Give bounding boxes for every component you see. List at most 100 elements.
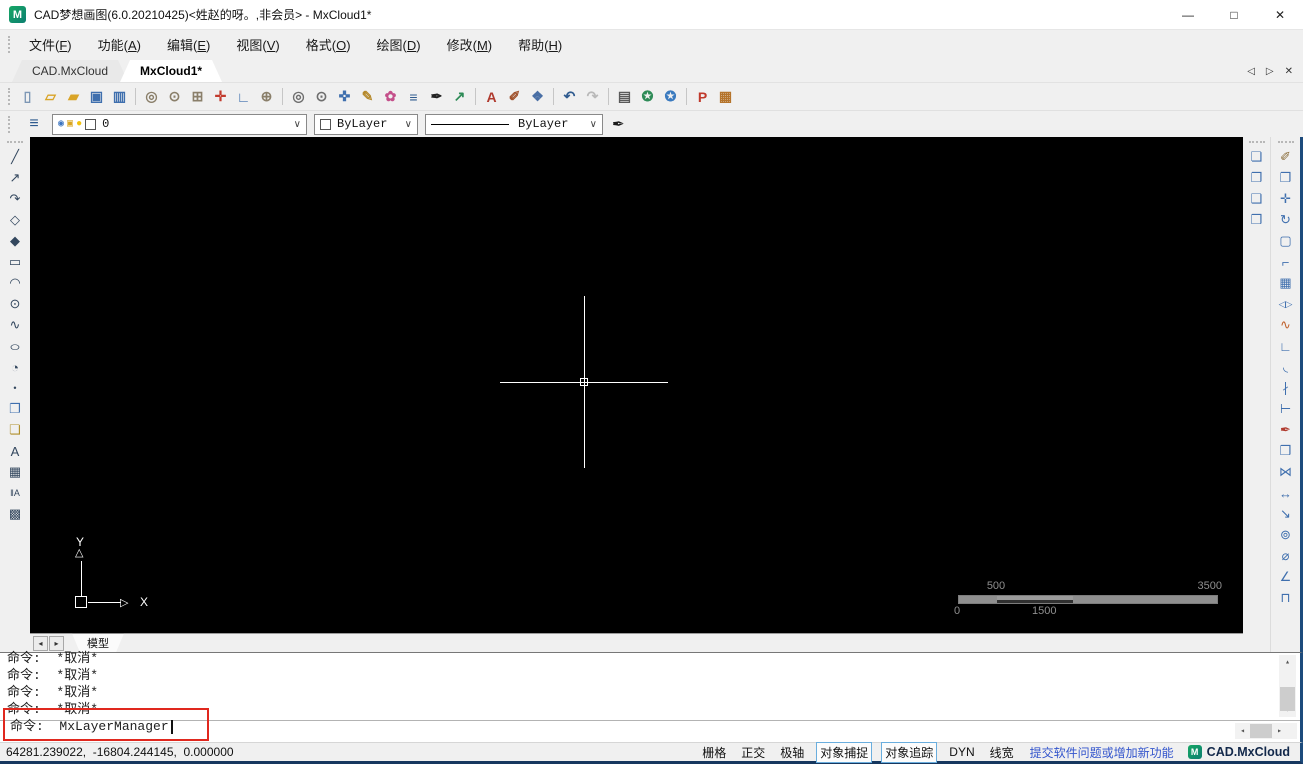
fillet-button[interactable]: ◟ bbox=[1275, 357, 1297, 377]
draworder-back-button[interactable]: ❐ bbox=[1246, 168, 1268, 188]
match-properties-button[interactable]: ✒ bbox=[1275, 420, 1297, 440]
redo-button[interactable]: ↷ bbox=[581, 86, 604, 108]
menu-format[interactable]: 格式(O) bbox=[293, 31, 364, 58]
tab-scroll-left-icon[interactable]: ◁ bbox=[1247, 66, 1255, 77]
draworder-below-button[interactable]: ❒ bbox=[1246, 210, 1268, 230]
layer-stack-button[interactable]: ≡ bbox=[402, 86, 425, 108]
draworder-above-button[interactable]: ❑ bbox=[1246, 189, 1268, 209]
layer-manager-icon[interactable]: ≡ bbox=[23, 115, 45, 133]
dim-angular-button[interactable]: ∠ bbox=[1275, 567, 1297, 587]
separator[interactable] bbox=[553, 88, 554, 105]
tab-cad-mxcloud[interactable]: CAD.MxCloud bbox=[12, 60, 128, 82]
scrollbar-thumb[interactable] bbox=[1250, 724, 1272, 738]
open-cloud-button[interactable]: ▰ bbox=[62, 86, 85, 108]
tab-scroll-right-icon[interactable]: ▷ bbox=[1266, 66, 1274, 77]
save-button[interactable]: ▣ bbox=[85, 86, 108, 108]
spline-edit-button[interactable]: ∿ bbox=[1275, 315, 1297, 335]
spline-tool[interactable]: ∿ bbox=[4, 315, 26, 335]
scale-button[interactable]: ▢ bbox=[1275, 231, 1297, 251]
scrollbar-thumb[interactable] bbox=[1280, 686, 1295, 711]
arc-tool[interactable]: ◠ bbox=[4, 273, 26, 293]
array-button[interactable]: ▦ bbox=[1275, 273, 1297, 293]
line-tool[interactable]: ╱ bbox=[4, 147, 26, 167]
polygon-filled-tool[interactable]: ◆ bbox=[4, 231, 26, 251]
save-as-button[interactable]: ▥ bbox=[108, 86, 131, 108]
sketch-button[interactable]: ✎ bbox=[356, 86, 379, 108]
toggle-grid[interactable]: 栅格 bbox=[699, 743, 729, 762]
dim-aligned-button[interactable]: ↘ bbox=[1275, 504, 1297, 524]
extend-button[interactable]: ⊢ bbox=[1275, 399, 1297, 419]
chamfer-button[interactable]: ∟ bbox=[1275, 336, 1297, 356]
scroll-right-icon[interactable]: ▸ bbox=[1272, 723, 1287, 739]
text-tool[interactable]: A bbox=[4, 441, 26, 461]
color-select[interactable]: ByLayer ∨ bbox=[314, 113, 418, 135]
vertical-text-tool[interactable]: ‖A bbox=[4, 483, 26, 503]
menu-function[interactable]: 功能(A) bbox=[85, 31, 154, 58]
toggle-ortho[interactable]: 正交 bbox=[738, 743, 768, 762]
toggle-lineweight[interactable]: 线宽 bbox=[987, 743, 1017, 762]
command-vertical-scrollbar[interactable]: ▴ ▾ bbox=[1279, 655, 1296, 717]
dim-linear-button[interactable]: ↔ bbox=[1275, 483, 1297, 503]
scrollbar-track[interactable] bbox=[1279, 669, 1296, 711]
trim-button[interactable]: ∤ bbox=[1275, 378, 1297, 398]
feedback-link[interactable]: 提交软件问题或增加新功能 bbox=[1030, 744, 1174, 761]
move-button[interactable]: ✛ bbox=[1275, 189, 1297, 209]
open-button[interactable]: ▱ bbox=[39, 86, 62, 108]
separator[interactable] bbox=[282, 88, 283, 105]
drawing-canvas[interactable]: Y △ ▷ X 500 3500 0 1500 bbox=[30, 137, 1243, 633]
rectangle-tool[interactable]: ▭ bbox=[4, 252, 26, 272]
print-button[interactable]: ▤ bbox=[613, 86, 636, 108]
ellipse-tool[interactable]: ○ bbox=[4, 336, 26, 356]
layout-scroll-right-button[interactable]: ▸ bbox=[49, 635, 64, 651]
command-input[interactable]: MxLayerManager bbox=[59, 719, 168, 734]
palette-button[interactable]: ✿ bbox=[379, 86, 402, 108]
toggle-otrack[interactable]: 对象追踪 bbox=[881, 741, 938, 763]
web-button[interactable]: ✪ bbox=[636, 86, 659, 108]
ray-tool[interactable]: ↗ bbox=[4, 168, 26, 188]
pdf-export-button[interactable]: P bbox=[691, 86, 714, 108]
zoom-object-button[interactable]: ◎ bbox=[287, 86, 310, 108]
polyline-edit-button[interactable]: ❒ bbox=[1275, 441, 1297, 461]
tab-close-icon[interactable]: ✕ bbox=[1285, 66, 1293, 77]
dim-continue-button[interactable]: ⊓ bbox=[1275, 588, 1297, 608]
pan-button[interactable]: ✛ bbox=[209, 86, 232, 108]
menu-help[interactable]: 帮助(H) bbox=[505, 31, 575, 58]
menu-edit[interactable]: 编辑(E) bbox=[154, 31, 223, 58]
scroll-up-icon[interactable]: ▴ bbox=[1279, 655, 1296, 669]
id-point-button[interactable]: ✜ bbox=[333, 86, 356, 108]
point-tool[interactable]: • bbox=[4, 378, 26, 398]
toggle-dyn[interactable]: DYN bbox=[946, 744, 977, 760]
copy-button[interactable]: ❐ bbox=[1275, 168, 1297, 188]
hatch-tool[interactable]: ▩ bbox=[4, 504, 26, 524]
separator[interactable] bbox=[475, 88, 476, 105]
polygon-tool[interactable]: ◇ bbox=[4, 210, 26, 230]
zoom-in-button[interactable]: ⊕ bbox=[255, 86, 278, 108]
minimize-button[interactable]: — bbox=[1165, 0, 1211, 30]
zoom-window-button[interactable]: ⊙ bbox=[163, 86, 186, 108]
update-button[interactable]: ✪ bbox=[659, 86, 682, 108]
text-style-button[interactable]: A bbox=[480, 86, 503, 108]
separator[interactable] bbox=[686, 88, 687, 105]
dim-radius-button[interactable]: ⊚ bbox=[1275, 525, 1297, 545]
undo-button[interactable]: ↶ bbox=[558, 86, 581, 108]
zoom-back-button[interactable]: ⊙ bbox=[310, 86, 333, 108]
zoom-inout-button[interactable]: ◎ bbox=[140, 86, 163, 108]
circle-tool[interactable]: ⊙ bbox=[4, 294, 26, 314]
draworder-front-button[interactable]: ❏ bbox=[1246, 147, 1268, 167]
image-export-button[interactable]: ▦ bbox=[714, 86, 737, 108]
linetype-select[interactable]: ByLayer ∨ bbox=[425, 113, 603, 135]
toggle-polar[interactable]: 极轴 bbox=[777, 743, 807, 762]
tab-mxcloud1[interactable]: MxCloud1* bbox=[120, 60, 222, 82]
menu-draw[interactable]: 绘图(D) bbox=[364, 31, 434, 58]
dim-diameter-button[interactable]: ⌀ bbox=[1275, 546, 1297, 566]
scroll-left-icon[interactable]: ◂ bbox=[1235, 723, 1250, 739]
toggle-osnap[interactable]: 对象捕捉 bbox=[816, 741, 873, 763]
match-properties-icon[interactable]: ✒ bbox=[612, 115, 625, 133]
zoom-extents-button[interactable]: ⊞ bbox=[186, 86, 209, 108]
separator[interactable] bbox=[135, 88, 136, 105]
brush-button[interactable]: ✒ bbox=[425, 86, 448, 108]
layout-scroll-left-button[interactable]: ◂ bbox=[33, 635, 48, 651]
polyline-tool[interactable]: ↷ bbox=[4, 189, 26, 209]
insert-block-tool[interactable]: ❐ bbox=[4, 399, 26, 419]
break-button[interactable]: ⋈ bbox=[1275, 462, 1297, 482]
